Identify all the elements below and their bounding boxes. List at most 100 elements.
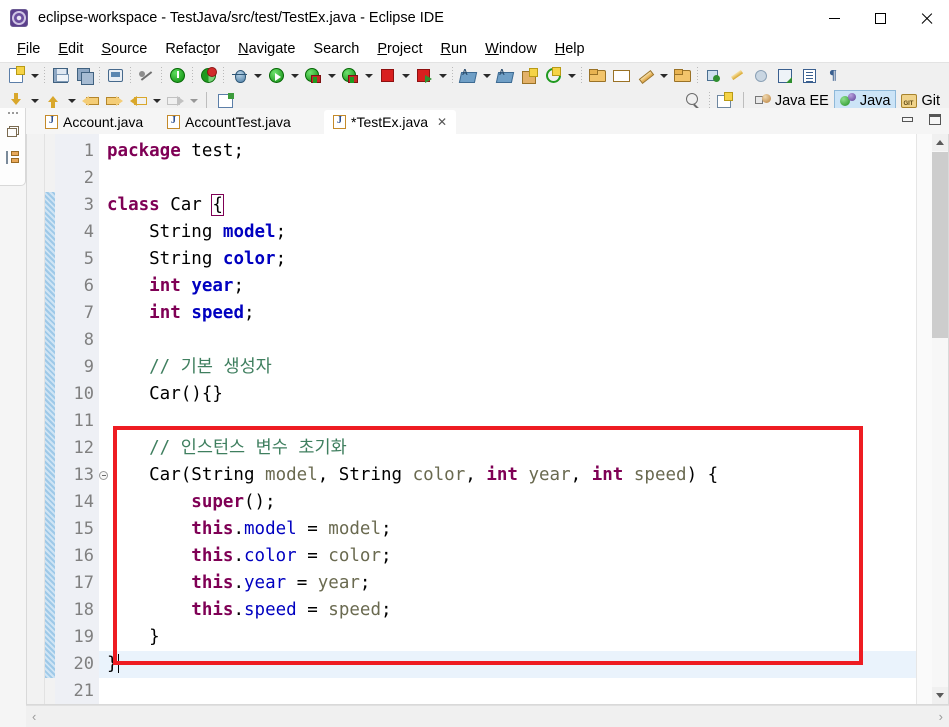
code-line[interactable]: int year; <box>99 273 916 300</box>
tab-close-icon[interactable]: ✕ <box>437 115 447 129</box>
run-button[interactable] <box>265 65 287 86</box>
editor-marker-gutter[interactable] <box>27 134 45 704</box>
line-number: 13 <box>55 462 108 489</box>
toolbar-container: ¶ Java EE <box>0 62 949 113</box>
quick-fix-button[interactable] <box>634 65 656 86</box>
terminate-button[interactable] <box>166 65 188 86</box>
run-as-dropdown[interactable] <box>325 65 338 86</box>
new-java-project-button[interactable] <box>457 65 479 86</box>
code-line[interactable] <box>99 408 916 435</box>
restore-view-button[interactable] <box>0 118 26 144</box>
brush-button[interactable] <box>726 65 748 86</box>
code-line[interactable]: class Car { <box>99 192 916 219</box>
code-editor[interactable]: 1 2 3 4 5 6 7 8 9 10 11 12 13 14 15 16 17 18 19 20 21 packag… <box>26 134 949 705</box>
code-line[interactable]: String model; <box>99 219 916 246</box>
code-text-area[interactable]: package test; class Car { String model; … <box>99 134 916 704</box>
debug-button[interactable] <box>228 65 250 86</box>
code-line[interactable]: package test; <box>99 138 916 165</box>
scroll-left-icon[interactable]: ‹ <box>32 709 36 724</box>
menu-file[interactable]: File <box>8 39 49 59</box>
menu-help[interactable]: Help <box>546 39 594 59</box>
save-button[interactable] <box>49 65 71 86</box>
coverage-button[interactable] <box>339 65 361 86</box>
code-line[interactable] <box>99 678 916 704</box>
stop-run-button[interactable] <box>413 65 435 86</box>
maximize-panel-button[interactable] <box>927 111 943 127</box>
run-as-button[interactable] <box>302 65 324 86</box>
code-line[interactable]: Car(String model, String color, int year… <box>99 462 916 489</box>
line-number: 8 <box>83 330 94 350</box>
menu-navigate[interactable]: Navigate <box>229 39 304 59</box>
open-task-button[interactable] <box>671 65 693 86</box>
new-package-button[interactable] <box>518 65 540 86</box>
scroll-up-button[interactable] <box>932 134 948 151</box>
horizontal-scrollbar[interactable]: ‹ › <box>26 705 949 727</box>
menu-window[interactable]: Window <box>476 39 546 59</box>
new-wizard-dropdown[interactable] <box>28 65 41 86</box>
close-icon <box>920 12 933 25</box>
print-button[interactable] <box>104 65 126 86</box>
coverage-dropdown[interactable] <box>362 65 375 86</box>
no-reference-button[interactable] <box>135 65 157 86</box>
code-line[interactable]: } <box>99 651 916 678</box>
maximize-button[interactable] <box>857 0 903 36</box>
code-line[interactable]: this.color = color; <box>99 543 916 570</box>
tab-accounttest-java[interactable]: AccountTest.java <box>158 110 300 134</box>
code-line[interactable]: // 인스턴스 변수 초기화 <box>99 435 916 462</box>
stop-dropdown[interactable] <box>399 65 412 86</box>
menu-refactor[interactable]: Refactor <box>156 39 229 59</box>
tab-testex-java[interactable]: *TestEx.java ✕ <box>324 110 457 134</box>
pin-editor-button[interactable] <box>702 65 724 86</box>
toolbar-separator <box>581 67 582 84</box>
menu-project[interactable]: Project <box>368 39 431 59</box>
overview-ruler[interactable] <box>916 134 932 704</box>
close-button[interactable] <box>903 0 949 36</box>
menu-source[interactable]: Source <box>92 39 156 59</box>
print-icon <box>107 69 123 82</box>
code-line[interactable] <box>99 165 916 192</box>
debug-certificate-button[interactable] <box>197 65 219 86</box>
new-wizard-button[interactable] <box>5 65 27 86</box>
scroll-down-button[interactable] <box>932 687 948 704</box>
code-line[interactable]: String color; <box>99 246 916 273</box>
outline-view-button[interactable] <box>0 144 26 170</box>
quick-fix-dropdown[interactable] <box>657 65 670 86</box>
open-resource-button[interactable] <box>610 65 632 86</box>
skip-button[interactable] <box>750 65 772 86</box>
minimize-button[interactable] <box>811 0 857 36</box>
scroll-right-icon[interactable]: › <box>939 709 943 724</box>
vertical-scroll-thumb[interactable] <box>932 152 948 338</box>
rail-handle[interactable] <box>0 112 25 114</box>
export-button[interactable] <box>774 65 796 86</box>
code-line[interactable]: int speed; <box>99 300 916 327</box>
run-dropdown[interactable] <box>288 65 301 86</box>
pilcrow-button[interactable]: ¶ <box>822 65 844 86</box>
code-line[interactable]: this.speed = speed; <box>99 597 916 624</box>
new-java-class-button[interactable] <box>494 65 516 86</box>
code-line[interactable]: } <box>99 624 916 651</box>
code-line[interactable]: Car(){} <box>99 381 916 408</box>
stop-run-dropdown[interactable] <box>436 65 449 86</box>
menu-edit[interactable]: Edit <box>49 39 92 59</box>
new-annotation-button[interactable] <box>542 65 564 86</box>
code-line[interactable] <box>99 327 916 354</box>
outline-list-button[interactable] <box>798 65 820 86</box>
prev-annotation-icon <box>81 94 99 107</box>
tab-account-java[interactable]: Account.java <box>36 110 152 134</box>
java-ee-perspective-icon <box>754 93 771 108</box>
menu-search[interactable]: Search <box>304 39 368 59</box>
code-line[interactable]: this.year = year; <box>99 570 916 597</box>
debug-dropdown[interactable] <box>251 65 264 86</box>
code-line[interactable]: super(); <box>99 489 916 516</box>
new-annotation-dropdown[interactable] <box>565 65 578 86</box>
vertical-scrollbar[interactable] <box>932 134 948 704</box>
save-all-button[interactable] <box>73 65 95 86</box>
code-token: this <box>191 600 234 620</box>
minimize-panel-button[interactable] <box>899 111 915 127</box>
code-line[interactable]: this.model = model; <box>99 516 916 543</box>
menu-run[interactable]: Run <box>432 39 477 59</box>
new-java-project-dropdown[interactable] <box>480 65 493 86</box>
open-type-button[interactable] <box>586 65 608 86</box>
code-line[interactable]: // 기본 생성자 <box>99 354 916 381</box>
stop-button[interactable] <box>376 65 398 86</box>
